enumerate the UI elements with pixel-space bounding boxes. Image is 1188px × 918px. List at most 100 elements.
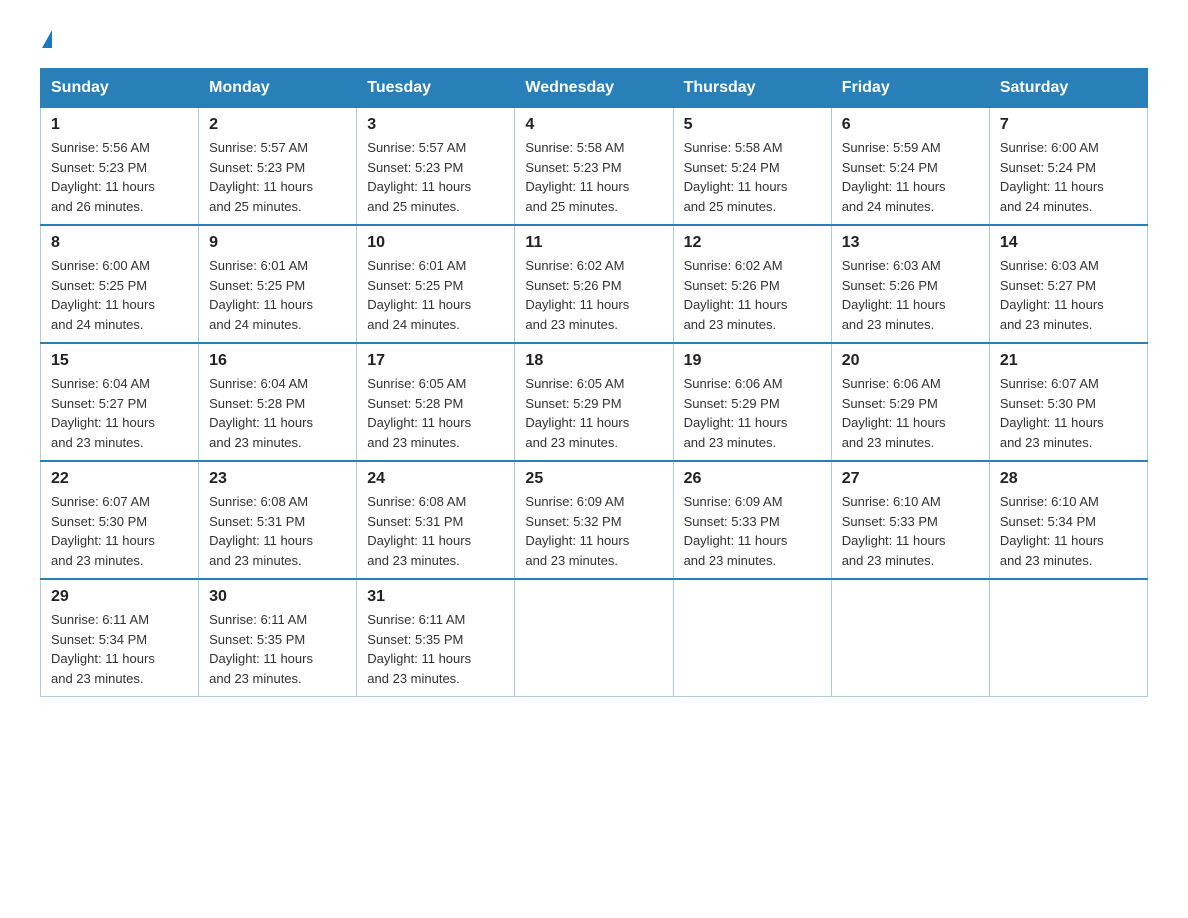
day-info: Sunrise: 6:03 AMSunset: 5:26 PMDaylight:… — [842, 256, 979, 334]
header-tuesday: Tuesday — [357, 69, 515, 108]
calendar-cell: 23Sunrise: 6:08 AMSunset: 5:31 PMDayligh… — [199, 461, 357, 579]
day-number: 24 — [367, 470, 504, 488]
day-number: 19 — [684, 352, 821, 370]
day-info: Sunrise: 6:00 AMSunset: 5:25 PMDaylight:… — [51, 256, 188, 334]
day-info: Sunrise: 6:01 AMSunset: 5:25 PMDaylight:… — [209, 256, 346, 334]
calendar-cell: 4 Sunrise: 5:58 AMSunset: 5:23 PMDaylight… — [515, 108, 673, 226]
day-number: 22 — [51, 470, 188, 488]
calendar-cell: 24 Sunrise: 6:08 AMSunset: 5:31 PMDayligh… — [357, 461, 515, 579]
day-number: 11 — [525, 234, 662, 252]
calendar-cell: 19 Sunrise: 6:06 AMSunset: 5:29 PMDayligh… — [673, 343, 831, 461]
page-header — [40, 30, 1148, 48]
calendar-cell: 25Sunrise: 6:09 AMSunset: 5:32 PMDayligh… — [515, 461, 673, 579]
day-number: 29 — [51, 588, 188, 606]
day-number: 12 — [684, 234, 821, 252]
day-info: Sunrise: 5:58 AMSunset: 5:23 PMDaylight:… — [525, 138, 662, 216]
day-info: Sunrise: 6:07 AMSunset: 5:30 PMDaylight:… — [1000, 374, 1137, 452]
day-info: Sunrise: 6:04 AMSunset: 5:28 PMDaylight:… — [209, 374, 346, 452]
calendar-cell: 16 Sunrise: 6:04 AMSunset: 5:28 PMDayligh… — [199, 343, 357, 461]
day-number: 1 — [51, 116, 188, 134]
day-info: Sunrise: 6:05 AMSunset: 5:28 PMDaylight:… — [367, 374, 504, 452]
calendar-week-row: 22 Sunrise: 6:07 AMSunset: 5:30 PMDayligh… — [41, 461, 1148, 579]
calendar-week-row: 15 Sunrise: 6:04 AMSunset: 5:27 PMDayligh… — [41, 343, 1148, 461]
day-number: 2 — [209, 116, 346, 134]
calendar-cell: 17 Sunrise: 6:05 AMSunset: 5:28 PMDayligh… — [357, 343, 515, 461]
day-number: 30 — [209, 588, 346, 606]
day-number: 23 — [209, 470, 346, 488]
day-number: 21 — [1000, 352, 1137, 370]
day-info: Sunrise: 6:07 AMSunset: 5:30 PMDaylight:… — [51, 492, 188, 570]
calendar-cell: 28 Sunrise: 6:10 AMSunset: 5:34 PMDayligh… — [989, 461, 1147, 579]
day-info: Sunrise: 5:57 AMSunset: 5:23 PMDaylight:… — [209, 138, 346, 216]
header-wednesday: Wednesday — [515, 69, 673, 108]
day-number: 3 — [367, 116, 504, 134]
day-number: 31 — [367, 588, 504, 606]
calendar-cell: 7 Sunrise: 6:00 AMSunset: 5:24 PMDaylight… — [989, 108, 1147, 226]
day-info: Sunrise: 5:56 AMSunset: 5:23 PMDaylight:… — [51, 138, 188, 216]
day-info: Sunrise: 6:03 AMSunset: 5:27 PMDaylight:… — [1000, 256, 1137, 334]
day-number: 6 — [842, 116, 979, 134]
calendar-cell — [515, 579, 673, 697]
header-thursday: Thursday — [673, 69, 831, 108]
calendar-header-row: SundayMondayTuesdayWednesdayThursdayFrid… — [41, 69, 1148, 108]
day-number: 28 — [1000, 470, 1137, 488]
calendar-cell: 8 Sunrise: 6:00 AMSunset: 5:25 PMDaylight… — [41, 225, 199, 343]
calendar-cell: 9 Sunrise: 6:01 AMSunset: 5:25 PMDaylight… — [199, 225, 357, 343]
day-info: Sunrise: 5:58 AMSunset: 5:24 PMDaylight:… — [684, 138, 821, 216]
day-info: Sunrise: 5:59 AMSunset: 5:24 PMDaylight:… — [842, 138, 979, 216]
day-number: 25 — [525, 470, 662, 488]
day-number: 14 — [1000, 234, 1137, 252]
calendar-cell: 27 Sunrise: 6:10 AMSunset: 5:33 PMDayligh… — [831, 461, 989, 579]
calendar-cell: 30Sunrise: 6:11 AMSunset: 5:35 PMDayligh… — [199, 579, 357, 697]
day-info: Sunrise: 6:02 AMSunset: 5:26 PMDaylight:… — [684, 256, 821, 334]
day-number: 17 — [367, 352, 504, 370]
calendar-cell: 14 Sunrise: 6:03 AMSunset: 5:27 PMDayligh… — [989, 225, 1147, 343]
day-info: Sunrise: 5:57 AMSunset: 5:23 PMDaylight:… — [367, 138, 504, 216]
day-number: 15 — [51, 352, 188, 370]
calendar-cell: 1 Sunrise: 5:56 AMSunset: 5:23 PMDaylight… — [41, 108, 199, 226]
day-info: Sunrise: 6:02 AMSunset: 5:26 PMDaylight:… — [525, 256, 662, 334]
day-number: 27 — [842, 470, 979, 488]
day-number: 13 — [842, 234, 979, 252]
day-number: 4 — [525, 116, 662, 134]
calendar-cell: 20 Sunrise: 6:06 AMSunset: 5:29 PMDayligh… — [831, 343, 989, 461]
day-info: Sunrise: 6:04 AMSunset: 5:27 PMDaylight:… — [51, 374, 188, 452]
day-number: 8 — [51, 234, 188, 252]
calendar-cell: 6 Sunrise: 5:59 AMSunset: 5:24 PMDaylight… — [831, 108, 989, 226]
calendar-cell: 5 Sunrise: 5:58 AMSunset: 5:24 PMDaylight… — [673, 108, 831, 226]
calendar-cell: 3 Sunrise: 5:57 AMSunset: 5:23 PMDaylight… — [357, 108, 515, 226]
day-info: Sunrise: 6:06 AMSunset: 5:29 PMDaylight:… — [684, 374, 821, 452]
calendar-cell: 21 Sunrise: 6:07 AMSunset: 5:30 PMDayligh… — [989, 343, 1147, 461]
day-number: 26 — [684, 470, 821, 488]
day-number: 10 — [367, 234, 504, 252]
day-info: Sunrise: 6:10 AMSunset: 5:34 PMDaylight:… — [1000, 492, 1137, 570]
calendar-cell: 10 Sunrise: 6:01 AMSunset: 5:25 PMDayligh… — [357, 225, 515, 343]
day-info: Sunrise: 6:06 AMSunset: 5:29 PMDaylight:… — [842, 374, 979, 452]
calendar-week-row: 1 Sunrise: 5:56 AMSunset: 5:23 PMDaylight… — [41, 108, 1148, 226]
day-info: Sunrise: 6:11 AMSunset: 5:34 PMDaylight:… — [51, 610, 188, 688]
day-number: 5 — [684, 116, 821, 134]
day-info: Sunrise: 6:11 AMSunset: 5:35 PMDaylight:… — [367, 610, 504, 688]
header-saturday: Saturday — [989, 69, 1147, 108]
day-number: 16 — [209, 352, 346, 370]
day-info: Sunrise: 6:05 AMSunset: 5:29 PMDaylight:… — [525, 374, 662, 452]
day-info: Sunrise: 6:01 AMSunset: 5:25 PMDaylight:… — [367, 256, 504, 334]
calendar-cell: 2 Sunrise: 5:57 AMSunset: 5:23 PMDaylight… — [199, 108, 357, 226]
calendar-cell — [989, 579, 1147, 697]
logo-triangle-icon — [42, 30, 52, 48]
day-info: Sunrise: 6:08 AMSunset: 5:31 PMDaylight:… — [367, 492, 504, 570]
day-number: 9 — [209, 234, 346, 252]
calendar-table: SundayMondayTuesdayWednesdayThursdayFrid… — [40, 68, 1148, 697]
logo — [40, 30, 52, 48]
calendar-cell — [673, 579, 831, 697]
calendar-cell: 18 Sunrise: 6:05 AMSunset: 5:29 PMDayligh… — [515, 343, 673, 461]
calendar-cell: 15 Sunrise: 6:04 AMSunset: 5:27 PMDayligh… — [41, 343, 199, 461]
calendar-week-row: 29 Sunrise: 6:11 AMSunset: 5:34 PMDayligh… — [41, 579, 1148, 697]
day-info: Sunrise: 6:10 AMSunset: 5:33 PMDaylight:… — [842, 492, 979, 570]
day-number: 20 — [842, 352, 979, 370]
day-number: 18 — [525, 352, 662, 370]
calendar-week-row: 8 Sunrise: 6:00 AMSunset: 5:25 PMDaylight… — [41, 225, 1148, 343]
header-monday: Monday — [199, 69, 357, 108]
day-info: Sunrise: 6:00 AMSunset: 5:24 PMDaylight:… — [1000, 138, 1137, 216]
day-number: 7 — [1000, 116, 1137, 134]
